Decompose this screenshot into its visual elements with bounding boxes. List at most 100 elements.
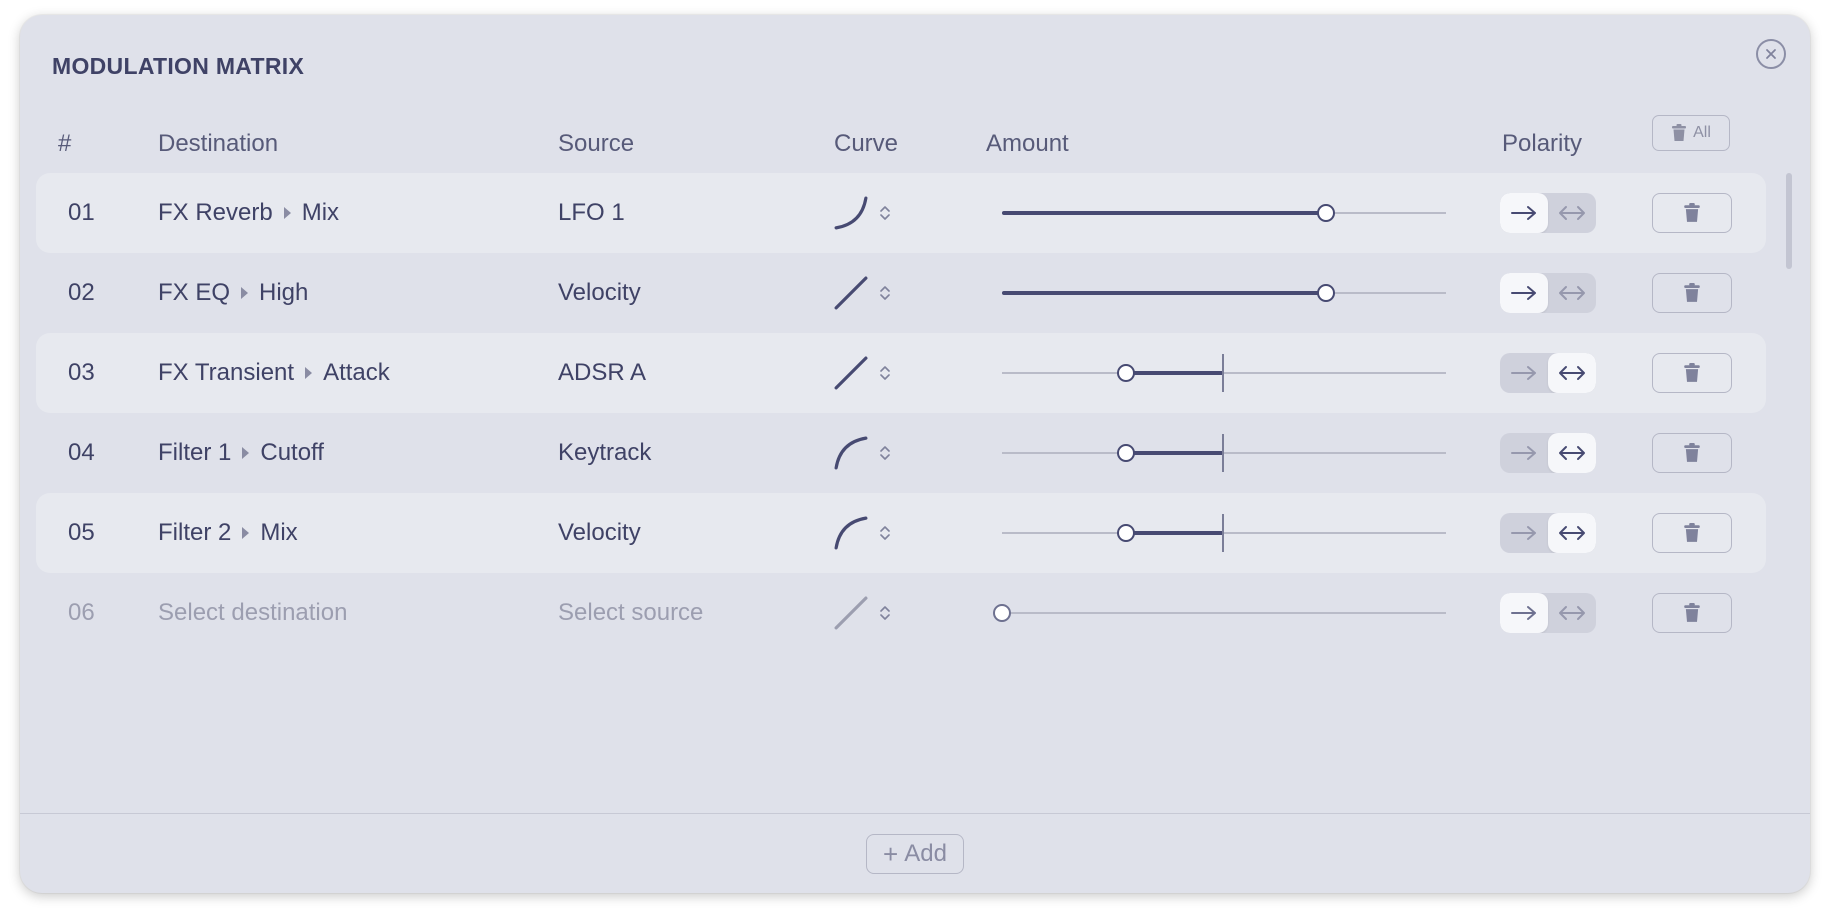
curve-select[interactable]: [834, 333, 892, 413]
source-select[interactable]: Velocity: [558, 493, 641, 573]
curve-stepper[interactable]: [878, 603, 892, 623]
bipolar-button[interactable]: [1548, 513, 1596, 553]
arrow-right-icon: [1511, 526, 1536, 540]
curve-concave-icon: [834, 516, 868, 550]
amount-knob[interactable]: [1317, 284, 1336, 302]
amount-slider[interactable]: [993, 573, 1446, 653]
polarity-toggle[interactable]: [1500, 413, 1596, 493]
trash-icon: [1672, 124, 1687, 141]
polarity-toggle[interactable]: [1500, 173, 1596, 253]
unipolar-button[interactable]: [1500, 353, 1548, 393]
arrow-right-icon: [1511, 286, 1536, 300]
source-select[interactable]: Velocity: [558, 253, 641, 333]
curve-concave-icon: [834, 436, 868, 470]
close-button[interactable]: [1756, 39, 1786, 69]
scrollbar-thumb[interactable]: [1786, 173, 1792, 269]
curve-stepper[interactable]: [878, 523, 892, 543]
amount-center-mark: [1222, 434, 1224, 472]
amount-slider[interactable]: [1002, 173, 1446, 253]
arrow-left-right-icon: [1559, 606, 1585, 620]
caret-right-icon: [241, 287, 249, 299]
amount-fill: [1126, 531, 1224, 535]
add-button[interactable]: + Add: [866, 834, 964, 874]
arrow-left-right-icon: [1559, 366, 1585, 380]
modulation-rows: 01 FX Reverb Mix LFO 1 02 FX EQ High Velocity 03…: [36, 173, 1766, 653]
plus-icon: +: [883, 839, 899, 869]
curve-stepper[interactable]: [878, 363, 892, 383]
polarity-toggle[interactable]: [1500, 573, 1596, 653]
curve-select[interactable]: [834, 173, 892, 253]
delete-row-button[interactable]: [1652, 413, 1732, 493]
close-icon: [1766, 49, 1776, 59]
delete-row-button[interactable]: [1652, 573, 1732, 653]
header-curve: Curve: [834, 130, 899, 157]
trash-icon: [1684, 203, 1700, 222]
amount-knob[interactable]: [1117, 524, 1136, 542]
chevron-up-down-icon: [880, 206, 890, 220]
caret-right-icon: [283, 207, 291, 219]
bipolar-button[interactable]: [1548, 433, 1596, 473]
polarity-toggle[interactable]: [1500, 253, 1596, 333]
amount-knob[interactable]: [1317, 204, 1336, 222]
curve-select[interactable]: [834, 253, 892, 333]
trash-icon: [1684, 523, 1700, 542]
curve-stepper[interactable]: [878, 443, 892, 463]
amount-track: [1002, 612, 1446, 614]
amount-fill: [1126, 451, 1224, 455]
bipolar-button[interactable]: [1548, 273, 1596, 313]
source-select[interactable]: ADSR A: [558, 333, 646, 413]
curve-select[interactable]: [834, 413, 892, 493]
delete-row-button[interactable]: [1652, 253, 1732, 333]
trash-icon: [1684, 443, 1700, 462]
delete-row-button[interactable]: [1652, 173, 1732, 253]
bipolar-button[interactable]: [1548, 353, 1596, 393]
amount-knob[interactable]: [1117, 364, 1136, 382]
destination-select[interactable]: FX Reverb Mix: [158, 173, 339, 253]
curve-select[interactable]: [834, 493, 892, 573]
source-select[interactable]: Keytrack: [558, 413, 651, 493]
destination-select[interactable]: FX EQ High: [158, 253, 308, 333]
delete-row-button[interactable]: [1652, 333, 1732, 413]
curve-stepper[interactable]: [878, 203, 892, 223]
source-select[interactable]: Select source: [558, 573, 703, 653]
amount-slider[interactable]: [1002, 493, 1446, 573]
curve-stepper[interactable]: [878, 283, 892, 303]
bipolar-button[interactable]: [1548, 193, 1596, 233]
curve-linear-icon: [834, 276, 868, 310]
unipolar-button[interactable]: [1500, 433, 1548, 473]
caret-right-icon: [242, 527, 250, 539]
table-row: 01 FX Reverb Mix LFO 1: [36, 173, 1766, 253]
unipolar-button[interactable]: [1500, 273, 1548, 313]
polarity-toggle[interactable]: [1500, 333, 1596, 413]
destination-select[interactable]: FX Transient Attack: [158, 333, 390, 413]
arrow-right-icon: [1511, 206, 1536, 220]
arrow-right-icon: [1511, 606, 1536, 620]
bipolar-button[interactable]: [1548, 593, 1596, 633]
source-select[interactable]: LFO 1: [558, 173, 625, 253]
destination-select[interactable]: Select destination: [158, 573, 347, 653]
amount-knob[interactable]: [993, 604, 1011, 622]
curve-select[interactable]: [834, 573, 892, 653]
amount-track: [1002, 532, 1446, 534]
destination-module: FX Reverb: [158, 199, 273, 226]
arrow-right-icon: [1511, 366, 1536, 380]
delete-all-button[interactable]: All: [1652, 115, 1730, 151]
delete-row-button[interactable]: [1652, 493, 1732, 573]
amount-slider[interactable]: [1002, 253, 1446, 333]
unipolar-button[interactable]: [1500, 513, 1548, 553]
header-source: Source: [558, 130, 635, 157]
destination-select[interactable]: Filter 2 Mix: [158, 493, 298, 573]
destination-param: High: [259, 279, 309, 306]
row-number: 04: [68, 439, 95, 466]
destination-module: FX Transient: [158, 359, 295, 386]
caret-right-icon: [305, 367, 313, 379]
unipolar-button[interactable]: [1500, 593, 1548, 633]
destination-select[interactable]: Filter 1 Cutoff: [158, 413, 324, 493]
amount-slider[interactable]: [1002, 413, 1446, 493]
table-row: 05 Filter 2 Mix Velocity: [36, 493, 1766, 573]
polarity-toggle[interactable]: [1500, 493, 1596, 573]
amount-knob[interactable]: [1117, 444, 1136, 462]
unipolar-button[interactable]: [1500, 193, 1548, 233]
caret-right-icon: [242, 447, 250, 459]
amount-slider[interactable]: [1002, 333, 1446, 413]
